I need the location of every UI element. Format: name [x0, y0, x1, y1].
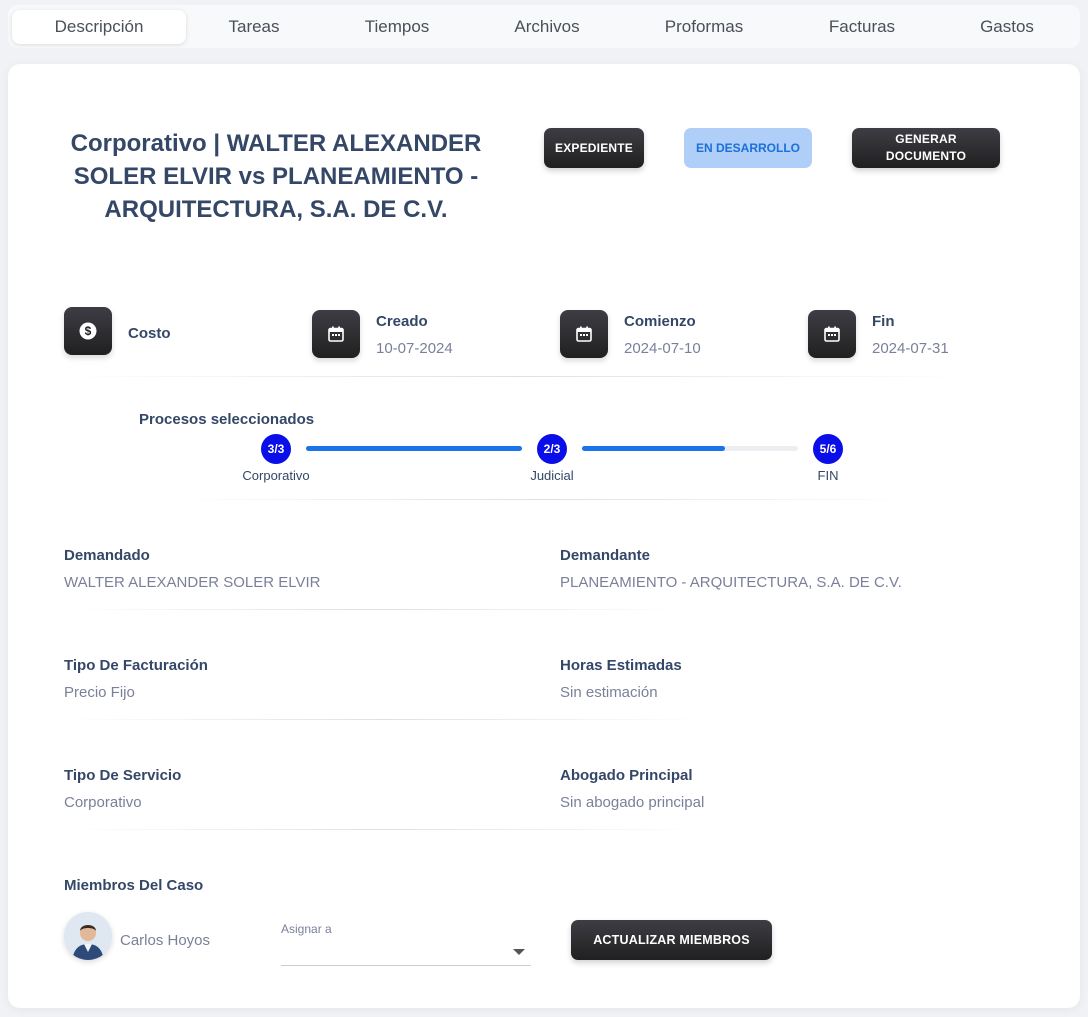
- case-detail-card: Corporativo | WALTER ALEXANDER SOLER ELV…: [8, 64, 1080, 1008]
- cost-label: Costo: [128, 325, 171, 342]
- billing-type-value: Precio Fijo: [64, 684, 135, 701]
- members-heading: Miembros Del Caso: [64, 877, 204, 894]
- generate-document-button[interactable]: GENERAR DOCUMENTO: [852, 128, 1000, 168]
- assign-select[interactable]: [281, 965, 531, 966]
- end-value: 2024-07-31: [872, 340, 949, 357]
- created-label: Creado: [376, 313, 428, 330]
- created-value: 10-07-2024: [376, 340, 453, 357]
- update-members-button[interactable]: ACTUALIZAR MIEMBROS: [571, 920, 772, 960]
- step-badge: 3/3: [261, 434, 291, 464]
- calendar-icon: [808, 310, 856, 358]
- process-progress: [582, 446, 725, 451]
- divider: [168, 499, 920, 500]
- processes-heading: Procesos seleccionados: [139, 411, 315, 428]
- step-label: FIN: [817, 468, 839, 483]
- calendar-icon: [312, 310, 360, 358]
- divider: [64, 719, 704, 720]
- estimated-hours-value: Sin estimación: [560, 684, 658, 701]
- assign-label: Asignar a: [281, 922, 332, 936]
- tab-tareas[interactable]: Tareas: [186, 10, 322, 44]
- service-type-label: Tipo De Servicio: [64, 767, 182, 784]
- demandante-value: PLANEAMIENTO - ARQUITECTURA, S.A. DE C.V…: [560, 574, 902, 591]
- member-name: Carlos Hoyos: [120, 932, 211, 949]
- start-label: Comienzo: [624, 313, 696, 330]
- svg-text:$: $: [85, 324, 92, 338]
- step-label: Judicial: [530, 468, 574, 483]
- divider: [64, 829, 704, 830]
- status-badge: EN DESARROLLO: [684, 128, 812, 168]
- chevron-down-icon[interactable]: [513, 949, 525, 955]
- service-type-value: Corporativo: [64, 794, 142, 811]
- tab-gastos[interactable]: Gastos: [938, 10, 1076, 44]
- step-label: Corporativo: [242, 468, 310, 483]
- tab-bar: Descripción Tareas Tiempos Archivos Prof…: [8, 5, 1080, 48]
- demandado-label: Demandado: [64, 547, 150, 564]
- tab-facturas[interactable]: Facturas: [786, 10, 938, 44]
- tab-descripcion[interactable]: Descripción: [12, 9, 186, 44]
- tab-proformas[interactable]: Proformas: [622, 10, 786, 44]
- divider: [64, 609, 684, 610]
- step-badge: 5/6: [813, 434, 843, 464]
- billing-type-label: Tipo De Facturación: [64, 657, 208, 674]
- step-badge: 2/3: [537, 434, 567, 464]
- tab-archivos[interactable]: Archivos: [472, 10, 622, 44]
- end-label: Fin: [872, 313, 895, 330]
- start-value: 2024-07-10: [624, 340, 701, 357]
- dollar-icon: $: [64, 307, 112, 355]
- expediente-button[interactable]: EXPEDIENTE: [544, 128, 644, 168]
- divider: [64, 376, 968, 377]
- lead-lawyer-value: Sin abogado principal: [560, 794, 705, 811]
- tab-tiempos[interactable]: Tiempos: [322, 10, 472, 44]
- avatar: [64, 912, 112, 960]
- estimated-hours-label: Horas Estimadas: [560, 657, 682, 674]
- case-title: Corporativo | WALTER ALEXANDER SOLER ELV…: [70, 130, 482, 223]
- lead-lawyer-label: Abogado Principal: [560, 767, 693, 784]
- process-progress: [306, 446, 522, 451]
- demandado-value: WALTER ALEXANDER SOLER ELVIR: [64, 574, 321, 591]
- demandante-label: Demandante: [560, 547, 651, 564]
- calendar-icon: [560, 310, 608, 358]
